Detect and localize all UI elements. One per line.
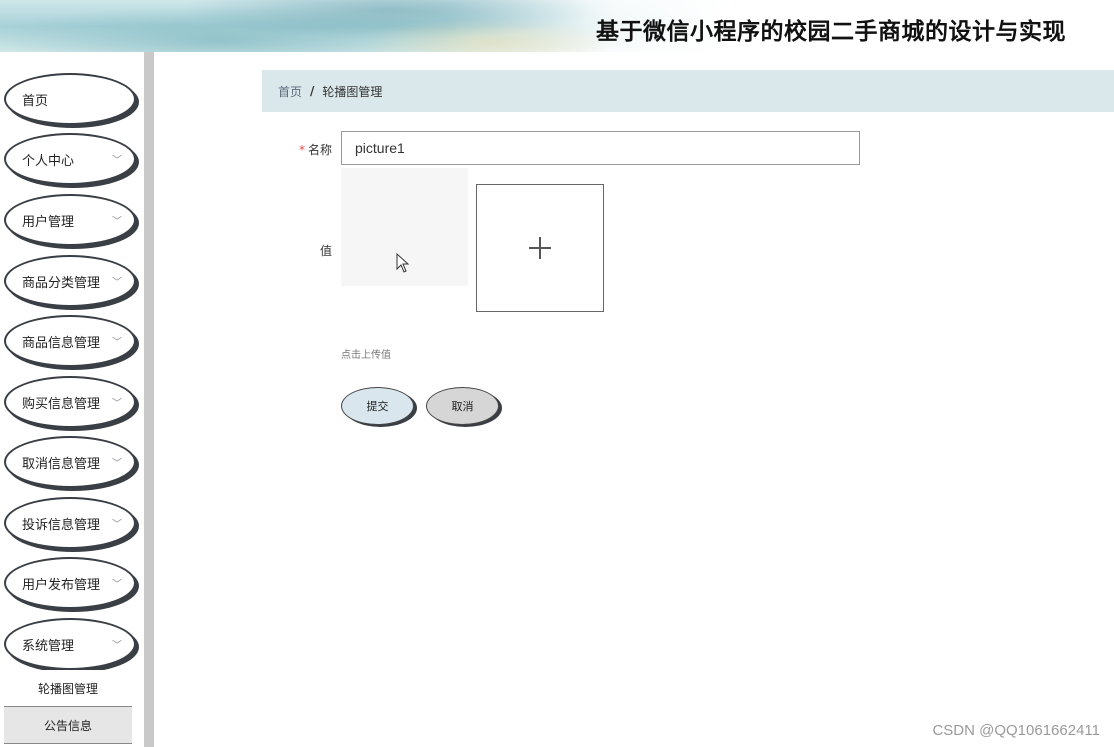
sidebar-item-label: 商品分类管理 [22, 275, 101, 291]
sidebar-item-label: 首页 [22, 93, 49, 109]
sidebar-item-cancel-management[interactable]: 取消信息管理 ﹀ [4, 436, 136, 488]
plus-icon [529, 237, 551, 259]
breadcrumb: 首页 / 轮播图管理 [262, 70, 1114, 112]
chevron-down-icon: ﹀ [112, 337, 122, 349]
sidebar-item-label: 用户管理 [22, 214, 75, 230]
image-upload-button[interactable] [476, 184, 604, 312]
chevron-down-icon: ﹀ [112, 277, 122, 289]
sidebar-subitem-notice[interactable]: 公告信息 [4, 707, 132, 744]
sidebar-item-purchase-management[interactable]: 购买信息管理 ﹀ [4, 376, 136, 428]
cancel-button[interactable]: 取消 [426, 387, 499, 425]
chevron-down-icon: ﹀ [112, 398, 122, 410]
sidebar-item-user-management[interactable]: 用户管理 ﹀ [4, 194, 136, 246]
sidebar-item-label: 投诉信息管理 [22, 517, 101, 533]
sidebar-item-label: 个人中心 [22, 153, 75, 169]
sidebar-subitem-carousel[interactable]: 轮播图管理 [4, 670, 132, 707]
mouse-cursor-icon [396, 253, 410, 273]
sidebar-item-label: 商品信息管理 [22, 335, 101, 351]
sidebar-item-complaint-management[interactable]: 投诉信息管理 ﹀ [4, 497, 136, 549]
sidebar-scrollbar[interactable] [144, 52, 154, 747]
sidebar-item-label: 用户发布管理 [22, 577, 101, 593]
sidebar-item-personal-center[interactable]: 个人中心 ﹀ [4, 133, 136, 185]
chevron-down-icon: ﹀ [112, 216, 122, 228]
sidebar-item-label: 系统管理 [22, 638, 75, 654]
sidebar-item-user-publish-management[interactable]: 用户发布管理 ﹀ [4, 557, 136, 609]
submit-button[interactable]: 提交 [341, 387, 414, 425]
chevron-down-icon: ﹀ [112, 458, 122, 470]
sidebar-item-system-management[interactable]: 系统管理 ﹀ [4, 618, 136, 670]
name-field-label: * 名称 [280, 141, 332, 158]
chevron-down-icon: ﹀ [112, 519, 122, 531]
breadcrumb-home-link[interactable]: 首页 [278, 83, 302, 100]
chevron-up-icon: ﹀ [112, 640, 122, 652]
sidebar-subitem-label: 公告信息 [43, 718, 92, 733]
breadcrumb-separator: / [310, 84, 315, 98]
chevron-down-icon: ﹀ [112, 155, 122, 167]
header-banner: 基于微信小程序的校园二手商城的设计与实现 [0, 0, 1114, 52]
sidebar-item-product-management[interactable]: 商品信息管理 ﹀ [4, 315, 136, 367]
name-label-text: 名称 [307, 143, 332, 157]
sidebar-item-label: 取消信息管理 [22, 456, 101, 472]
value-field-label: 值 [319, 244, 332, 258]
watermark: CSDN @QQ1061662411 [932, 722, 1100, 739]
breadcrumb-current: 轮播图管理 [322, 84, 383, 99]
sidebar-item-home[interactable]: 首页 [4, 73, 136, 125]
name-input[interactable] [341, 131, 860, 165]
app-title: 基于微信小程序的校园二手商城的设计与实现 [596, 19, 1066, 45]
required-mark: * [298, 143, 305, 157]
upload-hint: 点击上传值 [341, 350, 391, 361]
sidebar-subitem-label: 轮播图管理 [37, 681, 98, 696]
sidebar-item-label: 购买信息管理 [22, 396, 101, 412]
sidebar-item-category-management[interactable]: 商品分类管理 ﹀ [4, 255, 136, 307]
chevron-down-icon: ﹀ [112, 579, 122, 591]
